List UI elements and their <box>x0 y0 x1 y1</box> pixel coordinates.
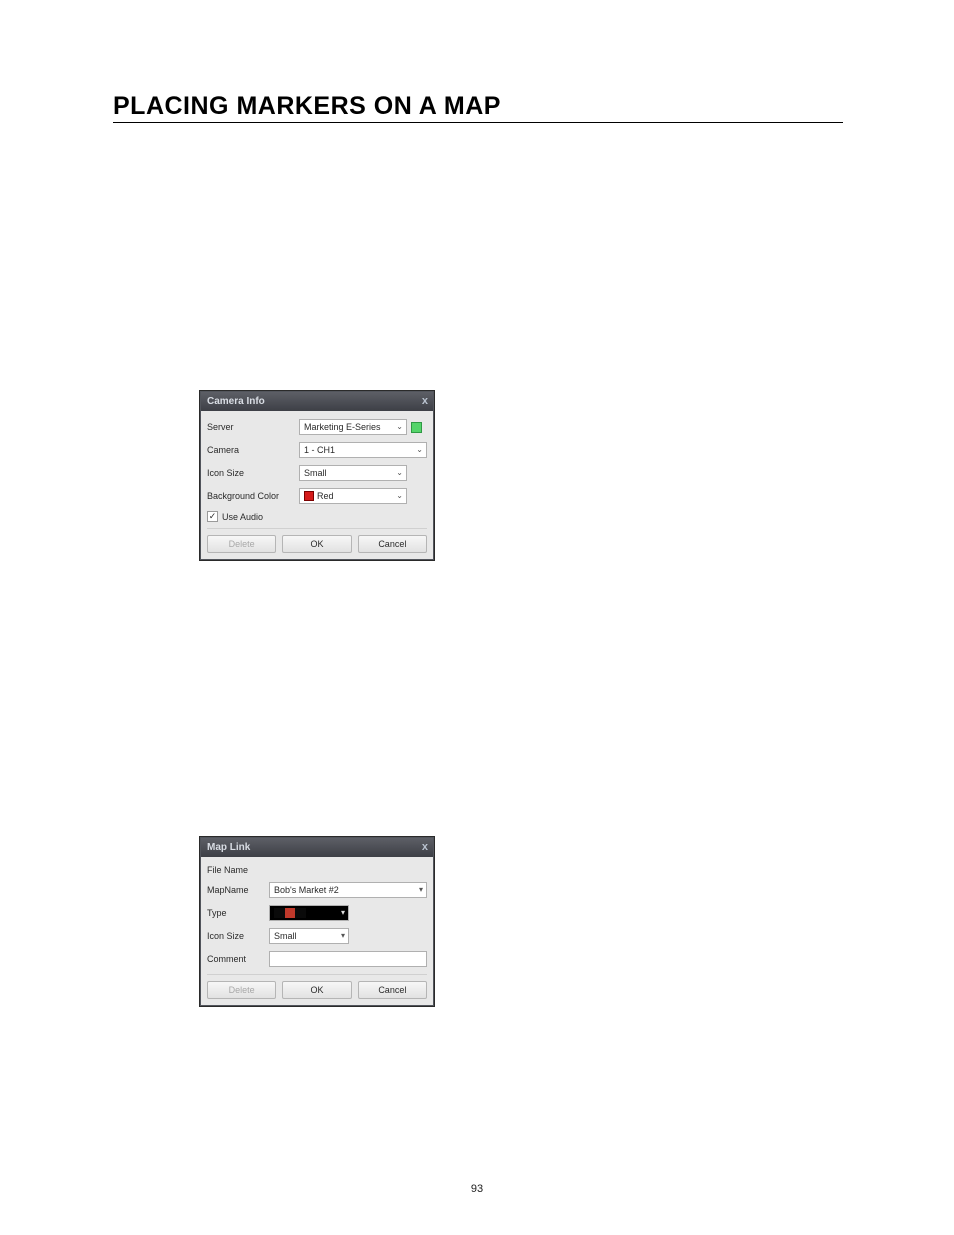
comment-input[interactable] <box>269 951 427 967</box>
bg-color-value: Red <box>317 491 334 501</box>
type-label: Type <box>207 908 269 918</box>
ok-button[interactable]: OK <box>282 981 351 999</box>
icon-size-select[interactable]: Small ▾ <box>269 928 349 944</box>
map-name-select[interactable]: Bob's Market #2 ▾ <box>269 882 427 898</box>
camera-label: Camera <box>207 445 299 455</box>
icon-size-label: Icon Size <box>207 931 269 941</box>
close-icon[interactable]: x <box>422 396 428 407</box>
page-title: PLACING MARKERS ON A MAP <box>113 92 501 121</box>
close-icon[interactable]: x <box>422 842 428 853</box>
icon-size-select[interactable]: Small ⌄ <box>299 465 407 481</box>
page-number: 93 <box>0 1183 954 1195</box>
camera-info-title: Camera Info <box>207 396 265 407</box>
ok-button[interactable]: OK <box>282 535 351 553</box>
title-underline <box>113 122 843 123</box>
camera-select[interactable]: 1 - CH1 ⌄ <box>299 442 427 458</box>
type-swatch-icon <box>274 908 306 918</box>
bg-color-select[interactable]: Red ⌄ <box>299 488 407 504</box>
chevron-down-icon: ⌄ <box>416 446 423 454</box>
server-select[interactable]: Marketing E-Series ⌄ <box>299 419 407 435</box>
chevron-down-icon: ⌄ <box>396 469 403 477</box>
camera-info-titlebar[interactable]: Camera Info x <box>201 392 433 411</box>
camera-value: 1 - CH1 <box>304 445 335 455</box>
chevron-down-icon: ⌄ <box>396 492 403 500</box>
comment-label: Comment <box>207 954 269 964</box>
map-link-titlebar[interactable]: Map Link x <box>201 838 433 857</box>
map-link-body: File Name MapName Bob's Market #2 ▾ Type… <box>201 857 433 1005</box>
file-name-label: File Name <box>207 865 269 875</box>
delete-button[interactable]: Delete <box>207 535 276 553</box>
color-swatch-icon <box>304 491 314 501</box>
map-name-value: Bob's Market #2 <box>274 885 339 895</box>
server-value: Marketing E-Series <box>304 422 381 432</box>
server-label: Server <box>207 422 299 432</box>
chevron-down-icon: ▾ <box>419 886 423 894</box>
camera-info-body: Server Marketing E-Series ⌄ Camera 1 - C… <box>201 411 433 559</box>
use-audio-label: Use Audio <box>222 512 263 522</box>
chevron-down-icon: ▾ <box>341 932 345 940</box>
icon-size-label: Icon Size <box>207 468 299 478</box>
delete-button[interactable]: Delete <box>207 981 276 999</box>
map-link-dialog: Map Link x File Name MapName Bob's Marke… <box>199 836 435 1007</box>
cancel-button[interactable]: Cancel <box>358 535 427 553</box>
icon-size-value: Small <box>274 931 297 941</box>
camera-info-dialog: Camera Info x Server Marketing E-Series … <box>199 390 435 561</box>
type-select[interactable]: ▾ <box>269 905 349 921</box>
chevron-down-icon: ▾ <box>341 909 345 917</box>
bg-color-label: Background Color <box>207 491 299 501</box>
cancel-button[interactable]: Cancel <box>358 981 427 999</box>
map-name-label: MapName <box>207 885 269 895</box>
map-link-title: Map Link <box>207 842 250 853</box>
use-audio-checkbox[interactable]: ✓ <box>207 511 218 522</box>
server-status-icon <box>411 422 422 433</box>
chevron-down-icon: ⌄ <box>396 423 403 431</box>
icon-size-value: Small <box>304 468 327 478</box>
